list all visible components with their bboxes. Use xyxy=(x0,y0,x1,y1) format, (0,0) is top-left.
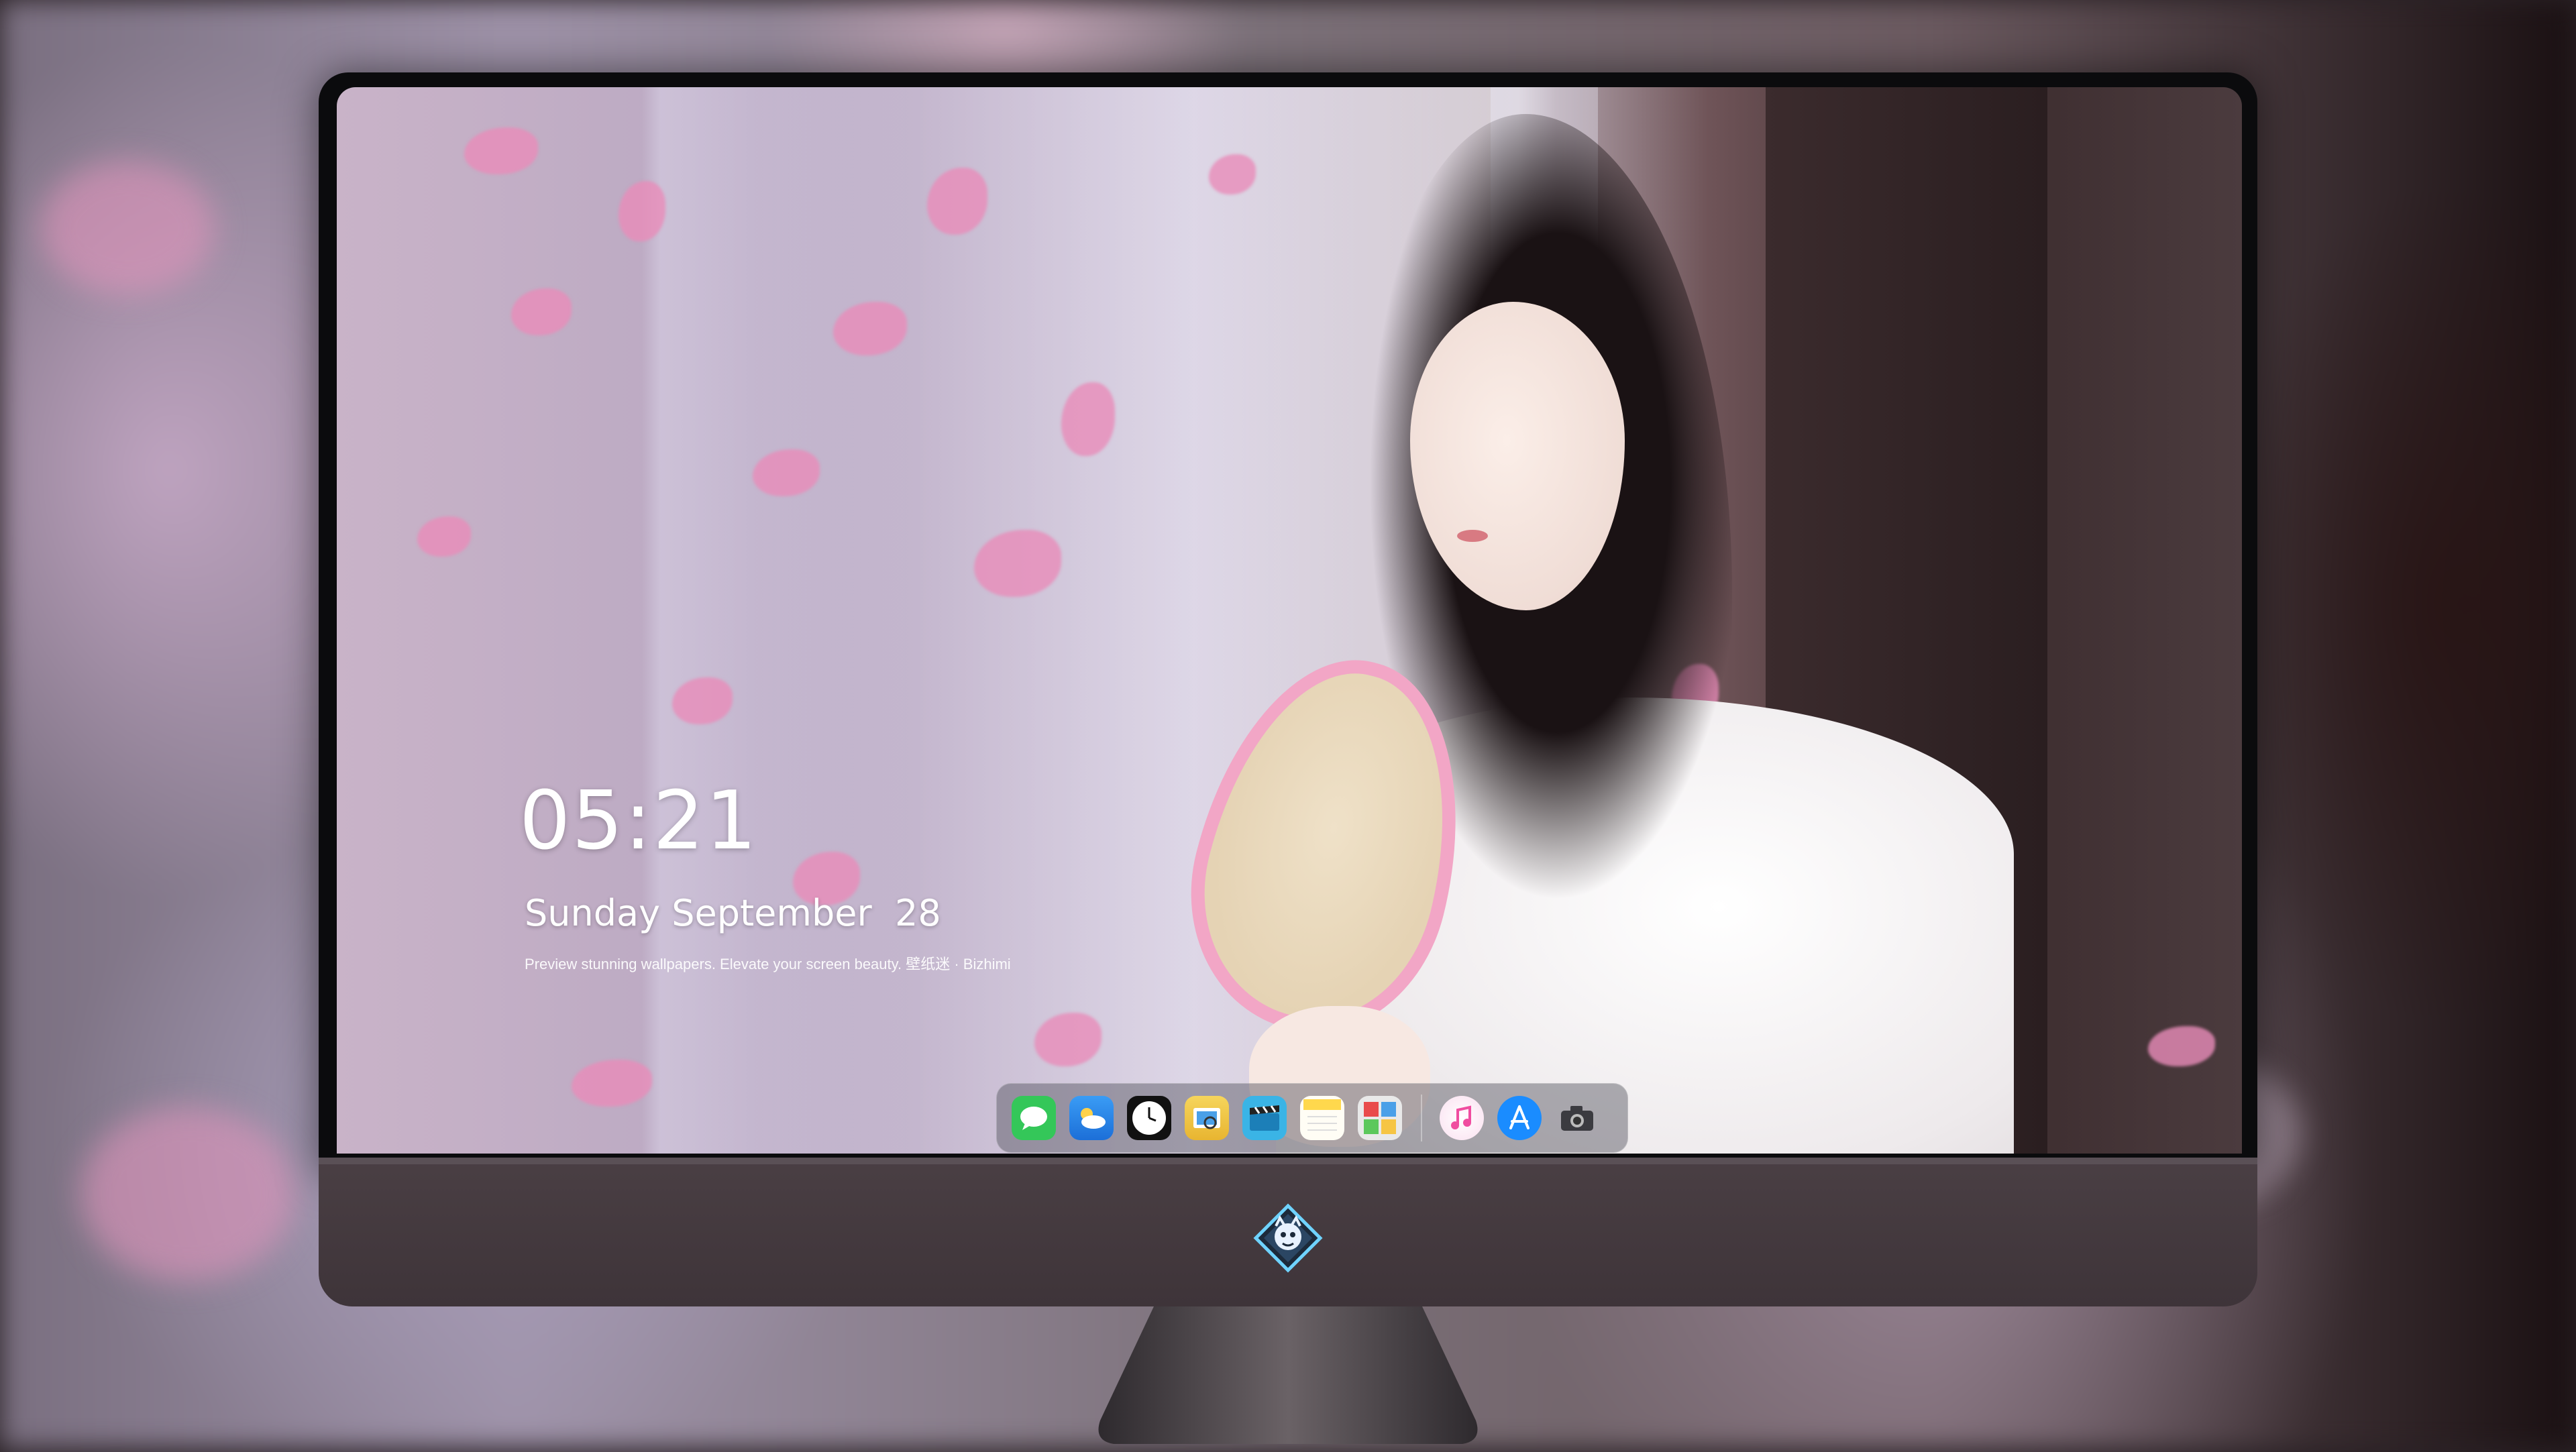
app-store-icon[interactable] xyxy=(1497,1096,1542,1140)
clock-icon[interactable] xyxy=(1127,1096,1171,1140)
background-blur-spot xyxy=(40,161,215,295)
messages-icon[interactable] xyxy=(1012,1096,1056,1140)
music-icon[interactable] xyxy=(1440,1096,1484,1140)
dragon-badge-icon xyxy=(1253,1203,1323,1273)
dock-separator xyxy=(1421,1095,1422,1141)
photo-booth-icon[interactable] xyxy=(1358,1096,1402,1140)
weather-icon[interactable] xyxy=(1069,1096,1114,1140)
lock-screen-time: 05:21 xyxy=(519,775,758,868)
lips xyxy=(1457,530,1488,542)
monitor-bezel: 05:21 Sunday September 28 Preview stunni… xyxy=(319,72,2257,1174)
wallpaper-portrait xyxy=(1008,114,2014,1154)
lock-screen-tagline: Preview stunning wallpapers. Elevate you… xyxy=(525,956,1011,972)
monitor-stand xyxy=(1073,1306,1503,1449)
notes-icon[interactable] xyxy=(1300,1096,1344,1140)
lock-screen-date: Sunday September 28 xyxy=(525,892,941,934)
dock xyxy=(996,1083,1628,1153)
preview-icon[interactable] xyxy=(1185,1096,1229,1140)
monitor-chin-edge xyxy=(319,1158,2257,1164)
imac-monitor: 05:21 Sunday September 28 Preview stunni… xyxy=(319,72,2257,1444)
clips-icon[interactable] xyxy=(1242,1096,1287,1140)
background-blur-spot xyxy=(80,1107,295,1281)
lock-screen: 05:21 Sunday September 28 Preview stunni… xyxy=(337,87,2242,1154)
camera-icon[interactable] xyxy=(1555,1096,1599,1140)
